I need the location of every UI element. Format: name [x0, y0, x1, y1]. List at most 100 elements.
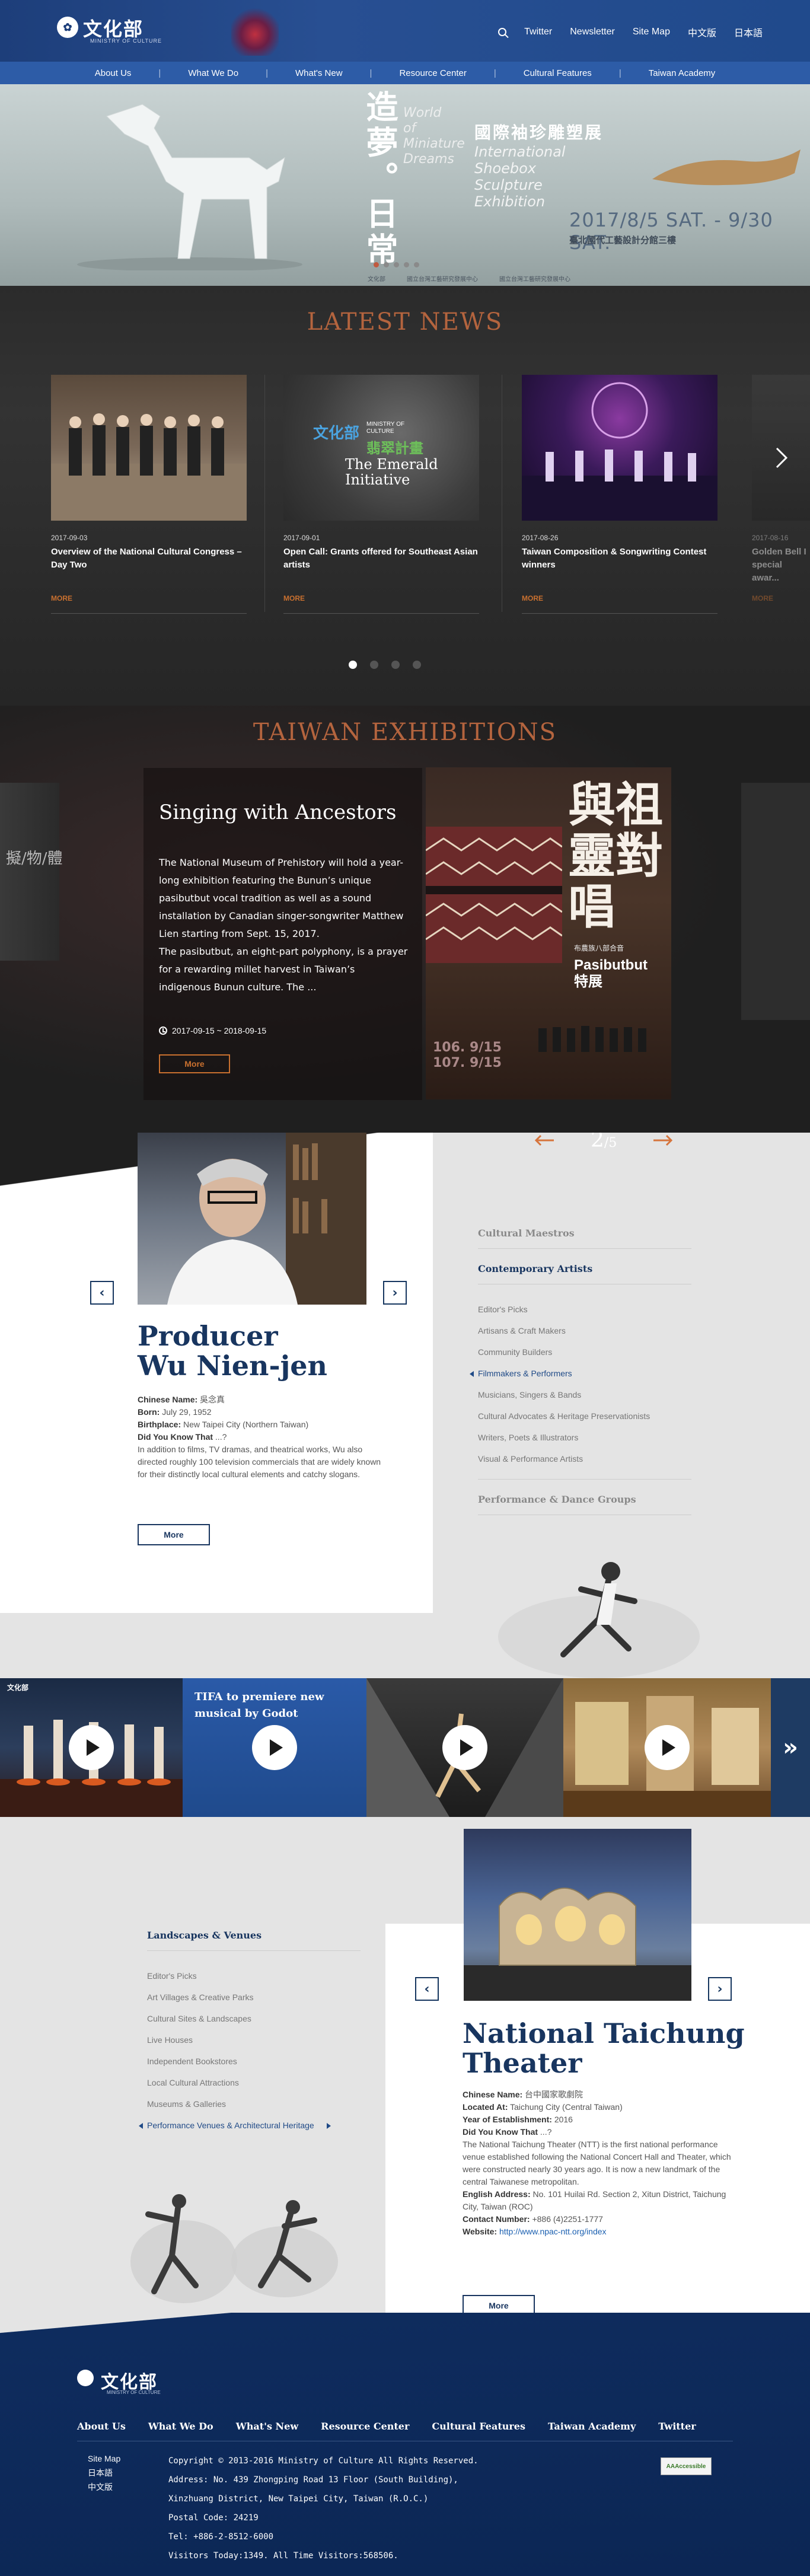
next-exhibition-preview[interactable]: [741, 783, 810, 1020]
sitemap-link[interactable]: Site Map: [633, 27, 670, 37]
news-title[interactable]: Taiwan Composition & Songwriting Contest…: [522, 546, 717, 581]
play-icon[interactable]: [442, 1725, 487, 1770]
news-image-emerald[interactable]: 文化部 MINISTRY OF CULTURE 翡翠計畫 The Emerald…: [283, 375, 479, 521]
category-item[interactable]: Cultural Sites & Landscapes: [147, 2008, 361, 2029]
video-tile[interactable]: [366, 1678, 563, 1817]
nav-divider: |: [266, 68, 268, 78]
news-card[interactable]: 2017-08-26 Taiwan Composition & Songwrit…: [522, 375, 717, 614]
category-item[interactable]: Visual & Performance Artists: [478, 1448, 691, 1469]
category-item[interactable]: Artisans & Craft Makers: [478, 1320, 691, 1341]
logo-emblem-icon[interactable]: ✿: [57, 17, 78, 38]
next-maestro-button[interactable]: ›: [383, 1281, 407, 1305]
nav-taiwan-academy[interactable]: Taiwan Academy: [621, 68, 743, 78]
nav-what-we-do[interactable]: What We Do: [161, 68, 266, 78]
carousel-dot[interactable]: [413, 661, 421, 669]
category-item[interactable]: Musicians, Singers & Bands: [478, 1384, 691, 1405]
category-item[interactable]: Community Builders: [478, 1341, 691, 1363]
twitter-link[interactable]: Twitter: [524, 27, 552, 37]
category-item[interactable]: Live Houses: [147, 2029, 361, 2051]
carousel-dot[interactable]: [404, 262, 409, 267]
video-tile[interactable]: 文化部: [0, 1678, 183, 1817]
footer-side-link[interactable]: 中文版: [88, 2480, 120, 2494]
category-heading[interactable]: Cultural Maestros: [478, 1228, 691, 1239]
play-icon[interactable]: [645, 1725, 690, 1770]
footer-nav-item[interactable]: Taiwan Academy: [548, 2421, 636, 2432]
footer-nav-item[interactable]: What's New: [236, 2421, 298, 2432]
image-caption: 文化部: [313, 425, 360, 442]
prev-venue-button[interactable]: ‹: [415, 1977, 439, 2001]
accessibility-badge[interactable]: AAAccessible: [661, 2457, 712, 2475]
carousel-dot[interactable]: [394, 262, 399, 267]
venue-more-button[interactable]: More: [463, 2295, 535, 2313]
category-item[interactable]: Writers, Poets & Illustrators: [478, 1427, 691, 1448]
news-more-link[interactable]: MORE: [283, 594, 479, 602]
venue-image: [464, 1829, 691, 2001]
category-item[interactable]: Art Villages & Creative Parks: [147, 1987, 361, 2008]
news-title[interactable]: Golden Bell I special awar...: [752, 546, 810, 583]
category-item[interactable]: Editor's Picks: [147, 1965, 361, 1987]
detail-label: Did You Know That: [463, 2127, 538, 2137]
category-item[interactable]: Independent Bookstores: [147, 2051, 361, 2072]
category-heading-active[interactable]: Contemporary Artists: [478, 1263, 691, 1274]
hero-banner[interactable]: 造夢。日常 World of Miniature Dreams 國際袖珍雕塑展 …: [0, 84, 810, 286]
exhibition-more-button[interactable]: More: [159, 1054, 230, 1073]
news-card[interactable]: 文化部 MINISTRY OF CULTURE 翡翠計畫 The Emerald…: [283, 375, 479, 614]
japanese-link[interactable]: 日本語: [734, 25, 763, 39]
maestro-more-button[interactable]: More: [138, 1524, 210, 1545]
footer-info-line: Postal Code: 24219: [168, 2513, 259, 2523]
carousel-dot[interactable]: [384, 262, 389, 267]
news-title[interactable]: Overview of the National Cultural Congre…: [51, 546, 247, 581]
category-item-active[interactable]: Filmmakers & Performers: [470, 1363, 691, 1384]
nav-resource-center[interactable]: Resource Center: [372, 68, 493, 78]
video-tile[interactable]: [563, 1678, 771, 1817]
footer-nav-item[interactable]: Resource Center: [321, 2421, 409, 2432]
category-item[interactable]: Cultural Advocates & Heritage Preservati…: [478, 1405, 691, 1427]
news-image-congress[interactable]: [51, 375, 247, 521]
category-item[interactable]: Local Cultural Attractions: [147, 2072, 361, 2093]
news-card[interactable]: 2017-09-03 Overview of the National Cult…: [51, 375, 247, 614]
category-heading[interactable]: Performance & Dance Groups: [478, 1494, 691, 1505]
category-item[interactable]: Museums & Galleries: [147, 2093, 361, 2115]
exhibition-heading[interactable]: Singing with Ancestors: [159, 801, 396, 824]
video-tile[interactable]: TIFA to premiere new musical by Godot: [183, 1678, 366, 1817]
play-icon[interactable]: [252, 1725, 297, 1770]
footer-side-link[interactable]: Site Map: [88, 2451, 120, 2466]
category-item[interactable]: Editor's Picks: [478, 1299, 691, 1320]
footer-nav-item[interactable]: Cultural Features: [432, 2421, 525, 2432]
footer-nav-item[interactable]: About Us: [77, 2421, 126, 2432]
news-more-link[interactable]: MORE: [522, 594, 717, 602]
footer-info-line: Copyright © 2013-2016 Ministry of Cultur…: [168, 2456, 479, 2466]
nav-whats-new[interactable]: What's New: [268, 68, 370, 78]
maestro-categories: Cultural Maestros Contemporary Artists E…: [470, 1228, 691, 1529]
nav-cultural-features[interactable]: Cultural Features: [496, 68, 619, 78]
next-venue-button[interactable]: ›: [708, 1977, 732, 2001]
play-icon[interactable]: [69, 1725, 114, 1770]
carousel-dot[interactable]: [370, 661, 378, 669]
carousel-dot[interactable]: [349, 661, 357, 669]
footer-side-link[interactable]: 日本語: [88, 2466, 120, 2480]
more-videos-button[interactable]: »: [771, 1678, 810, 1817]
chinese-link[interactable]: 中文版: [688, 25, 716, 39]
category-item-active[interactable]: Performance Venues & Architectural Herit…: [139, 2115, 331, 2136]
arrow-left-icon[interactable]: [534, 1134, 555, 1146]
exhibition-poster[interactable]: 與祖靈對唱 布農族八部合音 Pasibutbut 特展 106. 9/15 10…: [426, 767, 671, 1099]
chevron-right-icon[interactable]: [774, 446, 789, 470]
arrow-right-icon[interactable]: [652, 1134, 674, 1146]
carousel-dot[interactable]: [414, 262, 419, 267]
news-card-partial[interactable]: 2017-08-16 Golden Bell I special awar...…: [752, 375, 810, 602]
news-image-concert[interactable]: [522, 375, 717, 521]
previous-exhibition-preview[interactable]: [0, 783, 59, 961]
carousel-dot[interactable]: [374, 262, 379, 267]
venue-website-link[interactable]: http://www.npac-ntt.org/index: [499, 2227, 607, 2236]
footer-nav-item[interactable]: What We Do: [148, 2421, 213, 2432]
search-icon[interactable]: [498, 28, 507, 36]
category-heading-active[interactable]: Landscapes & Venues: [147, 1930, 361, 1941]
news-more-link[interactable]: MORE: [51, 594, 247, 602]
news-more-link[interactable]: MORE: [752, 594, 810, 602]
nav-about-us[interactable]: About Us: [68, 68, 159, 78]
newsletter-link[interactable]: Newsletter: [570, 27, 615, 37]
carousel-dot[interactable]: [391, 661, 400, 669]
prev-maestro-button[interactable]: ‹: [90, 1281, 114, 1305]
footer-nav-item[interactable]: Twitter: [658, 2421, 696, 2432]
news-title[interactable]: Open Call: Grants offered for Southeast …: [283, 546, 479, 581]
